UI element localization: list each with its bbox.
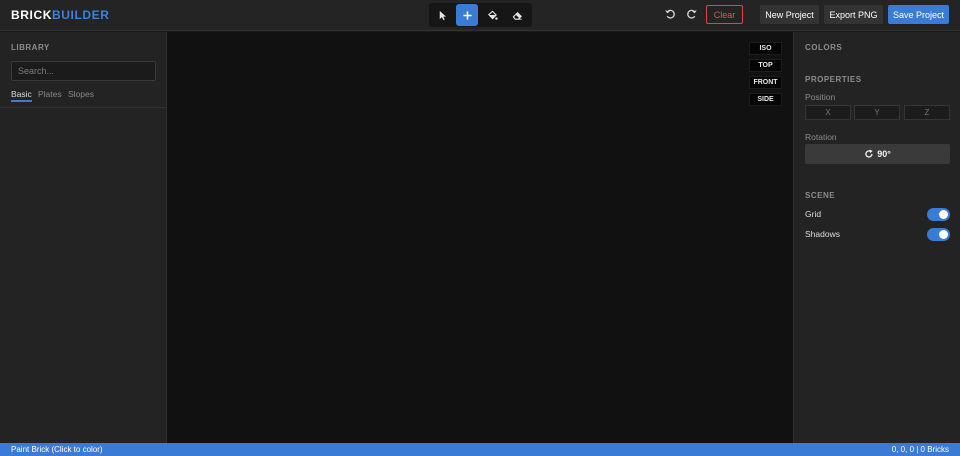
tool-group xyxy=(429,3,532,27)
shadows-toggle[interactable] xyxy=(927,228,950,241)
erase-tool-button[interactable] xyxy=(506,4,528,26)
rotation-label: Rotation xyxy=(805,132,837,142)
colors-title: COLORS xyxy=(805,43,843,52)
grid-toggle-knob xyxy=(939,210,948,219)
shadows-toggle-knob xyxy=(939,230,948,239)
build-canvas[interactable]: ISO TOP FRONT SIDE xyxy=(167,32,793,443)
paint-tool-button[interactable] xyxy=(481,4,503,26)
properties-title: PROPERTIES xyxy=(805,75,862,84)
app-header: BRICKBUILDER Clear New Project Export PN… xyxy=(0,0,960,31)
status-bar: Paint Brick (Click to color) 0, 0, 0 | 0… xyxy=(0,443,960,456)
position-y-input[interactable]: Y xyxy=(854,105,900,120)
select-tool-button[interactable] xyxy=(431,4,453,26)
grid-label: Grid xyxy=(805,209,822,219)
logo-part-builder: BUILDER xyxy=(52,8,110,22)
rotation-value: 90° xyxy=(877,149,891,159)
library-title: LIBRARY xyxy=(11,43,50,52)
shadows-label: Shadows xyxy=(805,229,840,239)
view-front-button[interactable]: FRONT xyxy=(749,76,782,89)
position-z-input[interactable]: Z xyxy=(904,105,950,120)
plus-icon xyxy=(462,10,472,20)
redo-icon[interactable] xyxy=(686,8,698,20)
paint-bucket-icon xyxy=(487,10,498,20)
tab-plates[interactable]: Plates xyxy=(38,89,62,99)
eraser-icon xyxy=(512,11,522,20)
new-project-button[interactable]: New Project xyxy=(760,5,819,24)
view-side-button[interactable]: SIDE xyxy=(749,93,782,106)
tab-basic[interactable]: Basic xyxy=(11,89,32,102)
clear-button[interactable]: Clear xyxy=(706,5,743,24)
export-png-button[interactable]: Export PNG xyxy=(824,5,883,24)
cursor-icon xyxy=(439,10,446,20)
position-x-input[interactable]: X xyxy=(805,105,851,120)
add-tool-button[interactable] xyxy=(456,4,478,26)
status-info-text: 0, 0, 0 | 0 Bricks xyxy=(891,445,949,454)
library-search-input[interactable] xyxy=(11,61,156,81)
rotate-icon xyxy=(865,149,873,158)
tabs-divider xyxy=(0,107,166,108)
app-logo: BRICKBUILDER xyxy=(11,8,110,22)
undo-icon[interactable] xyxy=(664,8,676,20)
status-mode-text: Paint Brick (Click to color) xyxy=(11,445,103,454)
properties-sidebar: COLORS PROPERTIES Position X Y Z Rotatio… xyxy=(793,32,960,443)
view-iso-button[interactable]: ISO xyxy=(749,42,782,55)
position-label: Position xyxy=(805,92,836,102)
scene-title: SCENE xyxy=(805,191,836,200)
view-top-button[interactable]: TOP xyxy=(749,59,782,72)
tab-slopes[interactable]: Slopes xyxy=(68,89,94,99)
save-project-button[interactable]: Save Project xyxy=(888,5,949,24)
logo-part-brick: BRICK xyxy=(11,8,52,22)
grid-toggle[interactable] xyxy=(927,208,950,221)
rotate-button[interactable]: 90° xyxy=(805,144,950,164)
library-sidebar: LIBRARY Basic Plates Slopes xyxy=(0,32,167,443)
